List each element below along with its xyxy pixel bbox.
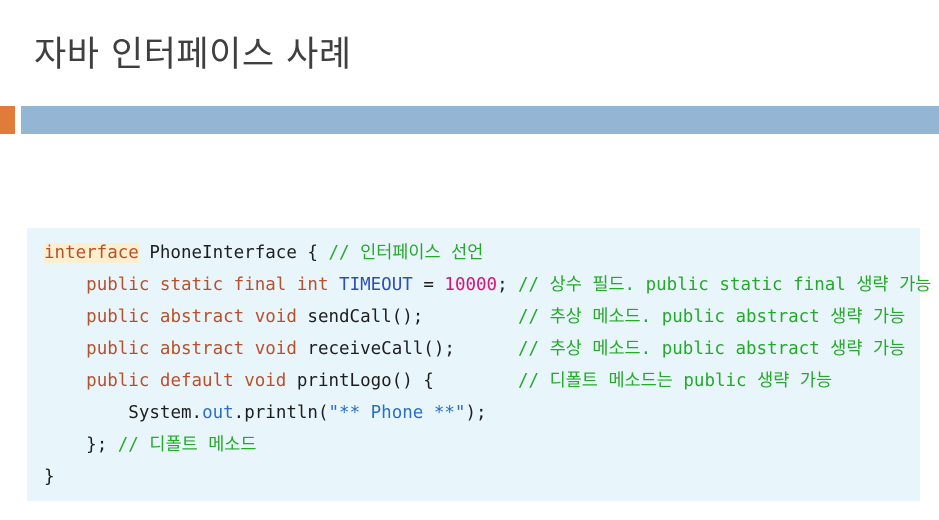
code-line-3: public abstract void sendCall(); // 추상 메소… [44,301,920,333]
code-text: sendCall(); [296,307,424,327]
code-string: "** Phone **" [328,403,466,423]
code-number: 10000 [444,275,498,295]
code-line-7: }; // 디폴트 메소드 [44,429,920,461]
code-comment: // 추상 메소드. public abstract 생략 가능 [518,339,906,359]
code-text: .println( [233,403,329,423]
code-line-6: System.out.println("** Phone **"); [44,397,920,429]
code-comment: // 상수 필드. public static final 생략 가능 [518,275,932,295]
slide-title: 자바 인터페이스 사례 [34,35,352,75]
code-keyword: public abstract void [86,307,297,327]
code-text: printLogo() { [286,371,434,391]
code-comment: // 인터페이스 선언 [328,243,484,263]
code-keyword: interface [44,243,139,263]
code-text: System. [128,403,203,423]
code-text: ); [465,403,487,423]
title-accent-block [0,106,15,134]
code-comment: // 디폴트 메소드 [117,435,257,455]
code-text: = [412,275,445,295]
code-line-2: public static final int TIMEOUT = 10000;… [44,269,931,301]
code-line-5: public default void printLogo() { // 디폴트 … [44,365,920,397]
code-keyword: public default void [86,371,287,391]
code-field: out [202,403,234,423]
code-text: PhoneInterface { [138,243,329,263]
code-line-4: public abstract void receiveCall(); // 추상… [44,333,920,365]
code-block: interface PhoneInterface { // 인터페이스 선언 p… [27,228,931,501]
code-constant: TIMEOUT [339,275,413,295]
code-line-8: } [44,461,920,493]
title-underline-bar [21,106,939,134]
code-comment: // 추상 메소드. public abstract 생략 가능 [518,307,906,327]
code-text: receiveCall(); [296,339,455,359]
code-keyword: public abstract void [86,339,297,359]
code-text: }; [86,435,118,455]
code-text: } [44,467,55,487]
code-text: ; [497,275,508,295]
code-keyword: public static final int [86,275,329,295]
code-line-1: interface PhoneInterface { // 인터페이스 선언 [44,237,920,269]
code-comment: // 디폴트 메소드는 public 생략 가능 [518,371,833,391]
